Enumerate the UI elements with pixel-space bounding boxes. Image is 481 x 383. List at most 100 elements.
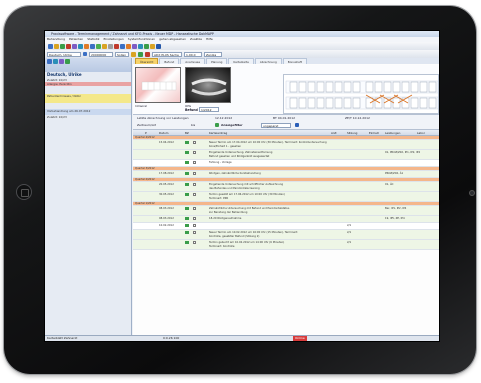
menu-item[interactable]: gehen abgesehen (159, 37, 186, 42)
table-row[interactable]: 17.08.2012 Röntgen, zahnärztliche Kurzbeh… (133, 171, 439, 178)
dental-chart[interactable] (283, 74, 439, 114)
tab-overview[interactable]: Übersicht (135, 58, 159, 64)
filter-icon[interactable] (131, 51, 136, 57)
filter-select[interactable]: ungeparst (261, 123, 291, 128)
warning-icon[interactable] (150, 43, 155, 49)
menu-item[interactable]: Statistik (87, 37, 99, 42)
zanika-dropdown[interactable]: Zanika (204, 51, 222, 57)
document-icon[interactable] (193, 183, 196, 186)
entry-text-2: Kontrolle, gesetzter Befund (Sitzung 2) (209, 235, 260, 238)
menu-item[interactable]: Patienten (69, 37, 83, 42)
tab-record[interactable]: Karteikarte (228, 58, 254, 64)
opg-xray[interactable] (185, 67, 231, 103)
user-icon[interactable] (90, 43, 95, 49)
document-icon[interactable] (193, 217, 196, 220)
save-filter-icon[interactable] (295, 123, 299, 127)
entry-services: 01, PROZ/Z02, IP1, IP2, IP4 (385, 151, 420, 154)
tab-findings[interactable]: Befund (159, 58, 180, 64)
patient-icon[interactable] (47, 59, 52, 64)
mail-icon[interactable] (102, 43, 107, 49)
print-icon[interactable] (72, 43, 77, 49)
document-icon[interactable] (193, 231, 196, 234)
date-field[interactable]: 20000000 (89, 51, 113, 57)
document-icon[interactable] (193, 241, 196, 244)
money-icon[interactable] (144, 43, 149, 49)
entry-text-2: zur Beratung der Behandlung (209, 211, 248, 214)
version-dropdown[interactable]: 1.00.0 (184, 51, 202, 57)
document-icon[interactable] (193, 141, 196, 144)
table-row[interactable]: Termin gebucht am 10.02.2012 um 14:00 Uh… (133, 240, 439, 250)
tooth-icon[interactable] (120, 43, 125, 49)
report-icon[interactable] (132, 43, 137, 49)
document-icon[interactable] (193, 193, 196, 196)
new-icon[interactable] (48, 43, 53, 49)
check-icon[interactable] (96, 43, 101, 49)
intraoral-photo[interactable] (135, 67, 181, 103)
table-row[interactable]: Fehlung - Vorlage (133, 160, 439, 167)
save-icon[interactable] (60, 43, 65, 49)
tab-bonus[interactable]: Bonusheft (282, 58, 307, 64)
entry-services: 01, ÄC (385, 183, 394, 186)
family-icon[interactable] (53, 59, 58, 64)
entry-text: Termin gebucht am 10.02.2012 um 14:00 Uh… (209, 241, 285, 244)
filter-active-icon[interactable] (215, 123, 219, 127)
table-row[interactable]: 15.04.2012 Neuer Termin am 17.04.2012 um … (133, 140, 439, 150)
findings-selector[interactable]: 1/2012 (199, 107, 219, 112)
search-icon[interactable] (83, 52, 87, 56)
menu-item[interactable]: Zusätze (190, 37, 202, 42)
menu-item[interactable]: Behandlung (47, 37, 65, 42)
group-label: Quartal 3/2012 (135, 167, 155, 170)
table-row[interactable]: 30.05.2012 Termin gesetzt am 17.06.2012 u… (133, 192, 439, 202)
document-icon[interactable] (193, 172, 196, 175)
entry-date: 15.04.2012 (159, 141, 174, 144)
entry-type-icon (185, 224, 189, 227)
period-value[interactable]: bis (191, 123, 195, 127)
entry-type-icon (185, 161, 189, 164)
document-icon[interactable] (193, 161, 196, 164)
home-button[interactable] (16, 184, 32, 200)
tab-billing[interactable]: Abrechnung (254, 58, 282, 64)
entry-type-icon (185, 207, 189, 210)
entry-text: 18-20 Röntgenaufnahme (209, 217, 242, 220)
entry-text-2: Kons/Einheit 1 - gesehen (209, 145, 242, 148)
delete-icon[interactable] (66, 43, 71, 49)
table-row[interactable]: 08.03.2012 Zahnärztliche Untersuchung mit… (133, 206, 439, 216)
table-row[interactable]: 08.03.2012 18-20 Röntgenaufnahme 19, IP5, … (133, 216, 439, 223)
period-field[interactable]: Sollen (115, 51, 129, 57)
patient-notice[interactable]: Patientenhinweis / Notiz (45, 94, 131, 103)
record-grid: Quartal 4/2012 15.04.2012 Neuer Termin am … (133, 136, 439, 335)
table-row[interactable]: 10.02.2012 2/1 (133, 223, 439, 230)
menu-item[interactable]: Hilfe (206, 37, 213, 42)
chart-icon[interactable] (84, 43, 89, 49)
tab-anamnesis[interactable]: Anamnese (180, 58, 206, 64)
menu-item[interactable]: Systemfunktionen (128, 37, 155, 42)
phone-icon[interactable] (138, 43, 143, 49)
settings-icon[interactable] (108, 43, 113, 49)
notes-icon[interactable] (59, 59, 64, 64)
adx-dropdown[interactable]: ADX PLUS Sache (152, 51, 182, 57)
help-icon[interactable] (156, 43, 161, 49)
group-label: Quartal 1/2012 (135, 202, 155, 205)
folder-icon[interactable] (54, 43, 59, 49)
calendar-icon[interactable] (78, 43, 83, 49)
table-row[interactable]: Eingehende Untersuchung, Zahnsteinentfer… (133, 150, 439, 160)
xray-icon[interactable] (126, 43, 131, 49)
table-row[interactable]: Neuer Termin am 10.02.2012 um 16:00 Uhr … (133, 230, 439, 240)
alert-icon[interactable] (114, 43, 119, 49)
entry-date: 08.03.2012 (159, 217, 174, 220)
patient-panel: Deutsch, Ulrike Zuletzt: 10/23 Allergie:… (45, 58, 132, 335)
status-mid: 0:0.26 100 (163, 336, 180, 340)
entry-text: Neuer Termin am 10.02.2012 um 16:00 Uhr … (209, 231, 298, 234)
patient-search-input[interactable]: Deutsch, Ulrike (47, 51, 81, 57)
document-icon[interactable] (193, 224, 196, 227)
menu-item[interactable]: Einstellungen (103, 37, 123, 42)
document-icon[interactable] (193, 151, 196, 154)
entry-type-icon (185, 217, 189, 220)
entry-text: Fehlung - Vorlage (209, 161, 232, 164)
table-row[interactable]: 20.05.2012 Eingehende Untersuchung mit sc… (133, 182, 439, 192)
entry-text: Termin gesetzt am 17.06.2012 um 10:00 Uh… (209, 193, 285, 196)
tab-planning[interactable]: Planung (206, 58, 228, 64)
phone-icon[interactable] (65, 59, 70, 64)
document-icon[interactable] (193, 207, 196, 210)
